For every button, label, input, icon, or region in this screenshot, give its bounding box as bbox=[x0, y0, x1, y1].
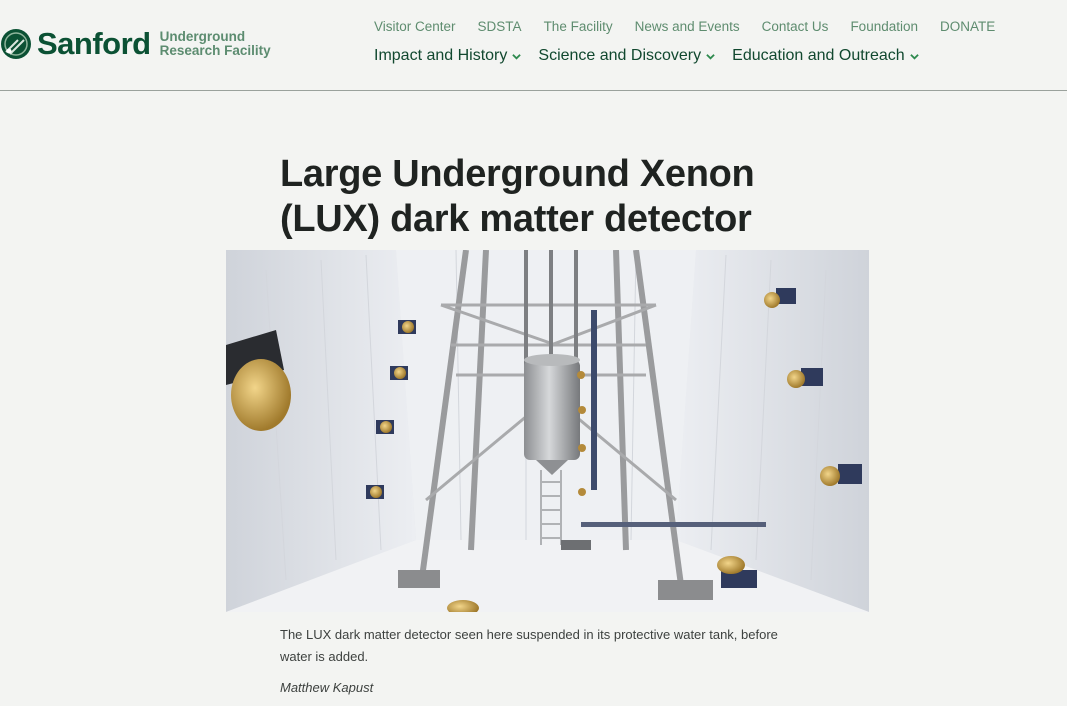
sanford-logo-icon bbox=[1, 29, 31, 59]
main-nav: Impact and History Science and Discovery… bbox=[374, 47, 936, 65]
chevron-down-icon bbox=[706, 53, 715, 60]
photo-credit: Matthew Kapust bbox=[280, 680, 374, 695]
utility-nav: Visitor Center SDSTA The Facility News a… bbox=[374, 19, 1017, 34]
page-title-line2: (LUX) dark matter detector bbox=[280, 198, 752, 240]
util-link-foundation[interactable]: Foundation bbox=[850, 19, 918, 34]
util-link-news-and-events[interactable]: News and Events bbox=[635, 19, 740, 34]
util-link-visitor-center[interactable]: Visitor Center bbox=[374, 19, 456, 34]
util-link-donate[interactable]: DONATE bbox=[940, 19, 995, 34]
main-nav-label: Impact and History bbox=[374, 47, 508, 64]
page-title: Large Underground Xenon (LUX) dark matte… bbox=[280, 152, 840, 242]
brand-subtitle-line2: Research Facility bbox=[159, 43, 271, 58]
chevron-down-icon bbox=[512, 53, 522, 60]
brand-subtitle: Underground Research Facility bbox=[160, 30, 271, 58]
main-nav-label: Education and Outreach bbox=[732, 47, 905, 64]
util-link-contact-us[interactable]: Contact Us bbox=[762, 19, 829, 34]
image-caption: The LUX dark matter detector seen here s… bbox=[280, 624, 800, 668]
brand-subtitle-line1: Underground bbox=[159, 29, 246, 44]
page-title-line1: Large Underground Xenon bbox=[280, 153, 755, 195]
main-nav-impact-and-history[interactable]: Impact and History bbox=[374, 47, 522, 65]
site-logo[interactable]: Sanford Underground Research Facility bbox=[0, 26, 271, 62]
main-nav-label: Science and Discovery bbox=[538, 47, 702, 64]
lux-detector-photo bbox=[226, 250, 869, 612]
main-nav-education-and-outreach[interactable]: Education and Outreach bbox=[732, 47, 919, 65]
util-link-sdsta[interactable]: SDSTA bbox=[478, 19, 522, 34]
chevron-down-icon bbox=[909, 53, 919, 60]
site-header: Sanford Underground Research Facility Vi… bbox=[0, 0, 1067, 91]
article-image bbox=[226, 250, 869, 612]
brand-name: Sanford bbox=[37, 26, 151, 61]
caption-line1: The LUX dark matter detector seen here s… bbox=[280, 627, 778, 642]
util-link-the-facility[interactable]: The Facility bbox=[544, 19, 613, 34]
caption-line2: water is added. bbox=[280, 649, 369, 664]
main-nav-science-and-discovery[interactable]: Science and Discovery bbox=[538, 47, 715, 65]
